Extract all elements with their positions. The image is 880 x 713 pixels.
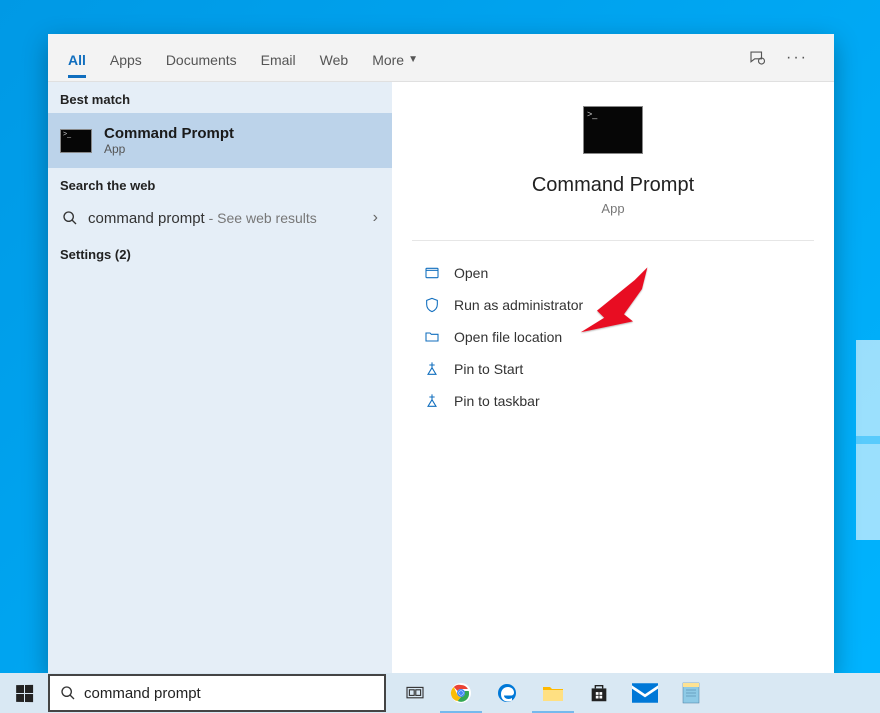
action-pin-taskbar-label: Pin to taskbar: [454, 393, 540, 409]
web-suffix: - See web results: [205, 210, 317, 226]
tab-web[interactable]: Web: [308, 38, 361, 78]
action-pin-taskbar[interactable]: Pin to taskbar: [402, 385, 824, 417]
windows-search-panel: All Apps Documents Email Web More ▼ ··· …: [48, 34, 834, 674]
action-open-label: Open: [454, 265, 488, 281]
taskbar-edge[interactable]: [484, 673, 530, 713]
start-button[interactable]: [0, 673, 48, 713]
detail-title: Command Prompt: [532, 174, 694, 197]
taskbar-search-box[interactable]: [48, 674, 386, 712]
windows-logo-icon: [16, 684, 33, 701]
command-prompt-icon: [60, 129, 92, 153]
tab-all[interactable]: All: [56, 38, 98, 78]
result-title: Command Prompt: [104, 125, 234, 142]
search-web-label: Search the web: [48, 168, 392, 199]
best-match-label: Best match: [48, 82, 392, 113]
search-icon: [62, 210, 78, 226]
chevron-right-icon: ›: [373, 209, 378, 227]
taskbar-notepad[interactable]: [668, 673, 714, 713]
action-open-location-label: Open file location: [454, 329, 562, 345]
action-open-location[interactable]: Open file location: [402, 321, 824, 353]
desktop-windows-logo-edge: [856, 340, 880, 540]
action-pin-start[interactable]: Pin to Start: [402, 353, 824, 385]
taskbar-chrome[interactable]: [438, 673, 484, 713]
result-detail-pane: Command Prompt App Open Run as administr…: [392, 82, 834, 674]
settings-group-label[interactable]: Settings (2): [48, 237, 392, 268]
taskbar-mail[interactable]: [622, 673, 668, 713]
taskbar-store[interactable]: [576, 673, 622, 713]
taskbar-search-input[interactable]: [84, 685, 374, 702]
tab-more[interactable]: More ▼: [360, 38, 430, 78]
more-options-icon[interactable]: ···: [776, 49, 818, 67]
taskbar-file-explorer[interactable]: [530, 673, 576, 713]
pin-icon: [424, 361, 440, 377]
command-prompt-icon: [583, 106, 643, 154]
pin-icon: [424, 393, 440, 409]
task-view-button[interactable]: [392, 673, 438, 713]
tab-apps[interactable]: Apps: [98, 38, 154, 78]
search-tabs-bar: All Apps Documents Email Web More ▼ ···: [48, 34, 834, 82]
web-result-row[interactable]: command prompt - See web results ›: [48, 199, 392, 237]
tab-more-label: More: [372, 52, 404, 68]
open-icon: [424, 265, 440, 281]
web-query-text: command prompt: [88, 210, 205, 227]
tab-email[interactable]: Email: [249, 38, 308, 78]
action-open[interactable]: Open: [402, 257, 824, 289]
folder-icon: [424, 329, 440, 345]
tab-documents[interactable]: Documents: [154, 38, 249, 78]
search-icon: [60, 685, 76, 701]
taskbar: [0, 673, 880, 713]
detail-subtitle: App: [601, 201, 624, 216]
search-results-pane: Best match Command Prompt App Search the…: [48, 82, 392, 674]
result-subtitle: App: [104, 142, 234, 156]
result-command-prompt[interactable]: Command Prompt App: [48, 113, 392, 168]
action-pin-start-label: Pin to Start: [454, 361, 523, 377]
feedback-icon[interactable]: [738, 49, 776, 67]
action-run-admin-label: Run as administrator: [454, 297, 583, 313]
shield-icon: [424, 297, 440, 313]
action-run-admin[interactable]: Run as administrator: [402, 289, 824, 321]
chevron-down-icon: ▼: [408, 54, 418, 65]
